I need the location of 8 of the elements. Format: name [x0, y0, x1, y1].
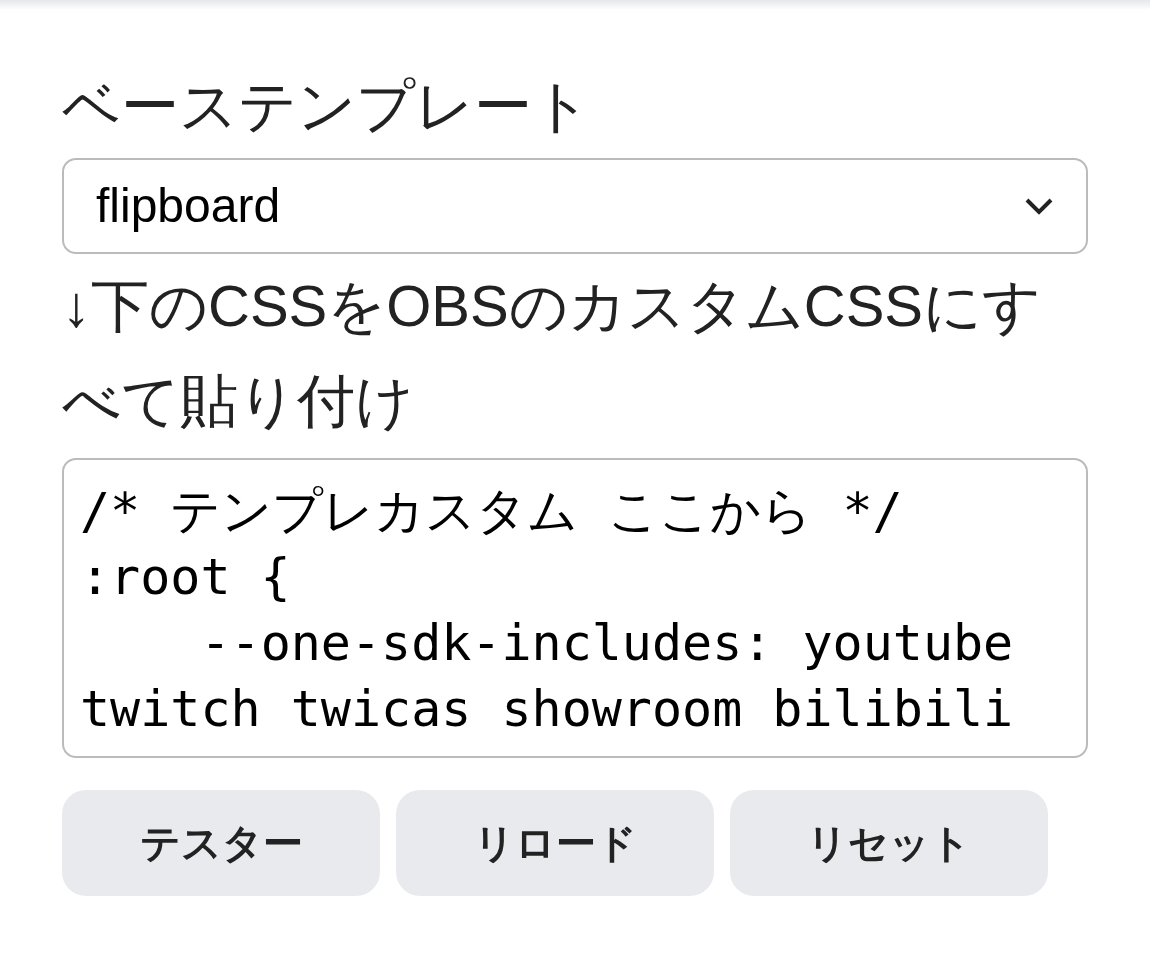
action-button[interactable]: リロード — [396, 790, 714, 896]
instruction-text: ↓下のCSSをOBSのカスタムCSSにすべて貼り付け — [62, 272, 1042, 435]
chevron-down-icon — [1024, 196, 1054, 216]
action-button[interactable]: テスター — [62, 790, 380, 896]
template-label: ベーステンプレート — [62, 72, 592, 140]
template-select[interactable]: flipboard — [62, 158, 1088, 254]
action-button[interactable]: リセット — [730, 790, 1048, 896]
css-editor[interactable]: /* テンプレカスタム ここから */ :root { --one-sdk-includes: youtube twitch twicas showroom bilibili — [62, 458, 1088, 758]
